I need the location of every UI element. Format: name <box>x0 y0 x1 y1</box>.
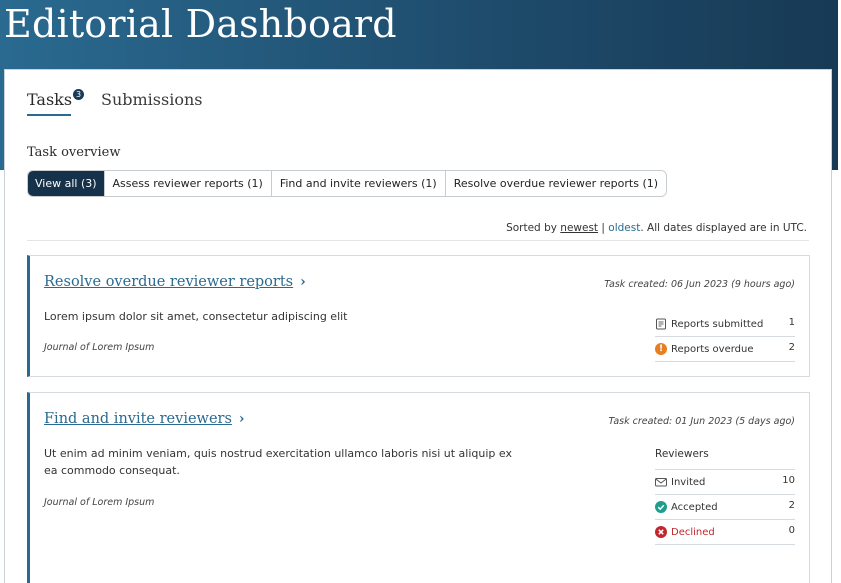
main-panel: Tasks 3 Submissions Task overview View a… <box>4 69 832 583</box>
tasks-count-badge: 3 <box>73 89 84 100</box>
stat-value: 10 <box>782 475 795 486</box>
filter-find-invite-reviewers[interactable]: Find and invite reviewers (1) <box>271 171 446 196</box>
task-stats: Reports submitted 1 ! Reports overdue 2 <box>655 312 795 362</box>
sort-line: Sorted by newest | oldest. All dates dis… <box>506 222 807 234</box>
reviewer-stats: Reviewers Invited 10 Accepted 2 Declined… <box>655 448 795 545</box>
stat-value: 0 <box>788 525 795 536</box>
warning-icon: ! <box>655 343 667 355</box>
tab-tasks-label: Tasks <box>27 90 73 109</box>
reviewers-heading: Reviewers <box>655 448 795 470</box>
chevron-right-icon: › <box>300 274 306 290</box>
task-card-title-link[interactable]: Find and invite reviewers › <box>44 411 245 427</box>
sort-oldest-link[interactable]: oldest <box>608 222 640 234</box>
task-description: Ut enim ad minim veniam, quis nostrud ex… <box>44 447 512 477</box>
stat-row-reports-submitted: Reports submitted 1 <box>655 312 795 337</box>
stat-row-accepted: Accepted 2 <box>655 495 795 520</box>
task-card: Resolve overdue reviewer reports › Task c… <box>27 255 810 377</box>
journal-name: Journal of Lorem Ipsum <box>44 342 155 353</box>
filter-resolve-overdue[interactable]: Resolve overdue reviewer reports (1) <box>445 171 667 196</box>
sort-suffix: . All dates displayed are in UTC. <box>640 222 807 234</box>
sort-prefix: Sorted by <box>506 222 557 234</box>
stat-label: Accepted <box>671 502 718 513</box>
task-card-title: Resolve overdue reviewer reports <box>44 274 294 290</box>
tab-tasks[interactable]: Tasks 3 <box>27 89 84 116</box>
divider <box>27 240 809 241</box>
task-created-meta: Task created: 06 Jun 2023 (9 hours ago) <box>604 279 795 290</box>
journal-name: Journal of Lorem Ipsum <box>44 497 155 508</box>
stat-row-invited: Invited 10 <box>655 470 795 495</box>
task-description: Lorem ipsum dolor sit amet, consectetur … <box>44 310 348 323</box>
sort-newest-link[interactable]: newest <box>560 222 598 234</box>
section-title: Task overview <box>27 145 121 160</box>
task-filter-group: View all (3) Assess reviewer reports (1)… <box>27 170 668 197</box>
tab-submissions[interactable]: Submissions <box>101 90 202 109</box>
stat-label: Declined <box>671 527 715 538</box>
task-card-title: Find and invite reviewers <box>44 411 232 427</box>
stat-label: Reports submitted <box>671 319 764 330</box>
stat-row-declined: Declined 0 <box>655 520 795 545</box>
check-circle-icon <box>655 501 667 513</box>
stat-value: 1 <box>788 317 795 328</box>
sort-separator: | <box>601 222 605 234</box>
stat-row-reports-overdue: ! Reports overdue 2 <box>655 337 795 362</box>
stat-value: 2 <box>788 500 795 511</box>
envelope-icon <box>655 478 667 487</box>
page-title: Editorial Dashboard <box>4 2 397 46</box>
task-created-meta: Task created: 01 Jun 2023 (5 days ago) <box>608 416 795 427</box>
stat-value: 2 <box>788 342 795 353</box>
reports-submitted-icon <box>656 318 666 330</box>
task-card: Find and invite reviewers › Task created:… <box>27 392 810 583</box>
chevron-right-icon: › <box>238 411 245 427</box>
filter-view-all[interactable]: View all (3) <box>28 171 105 196</box>
tab-submissions-label: Submissions <box>101 90 203 109</box>
filter-assess-reviewer-reports[interactable]: Assess reviewer reports (1) <box>104 171 272 196</box>
task-card-title-link[interactable]: Resolve overdue reviewer reports › <box>44 274 306 290</box>
x-circle-icon <box>655 526 667 538</box>
stat-label: Reports overdue <box>671 344 754 355</box>
stat-label: Invited <box>671 477 706 488</box>
